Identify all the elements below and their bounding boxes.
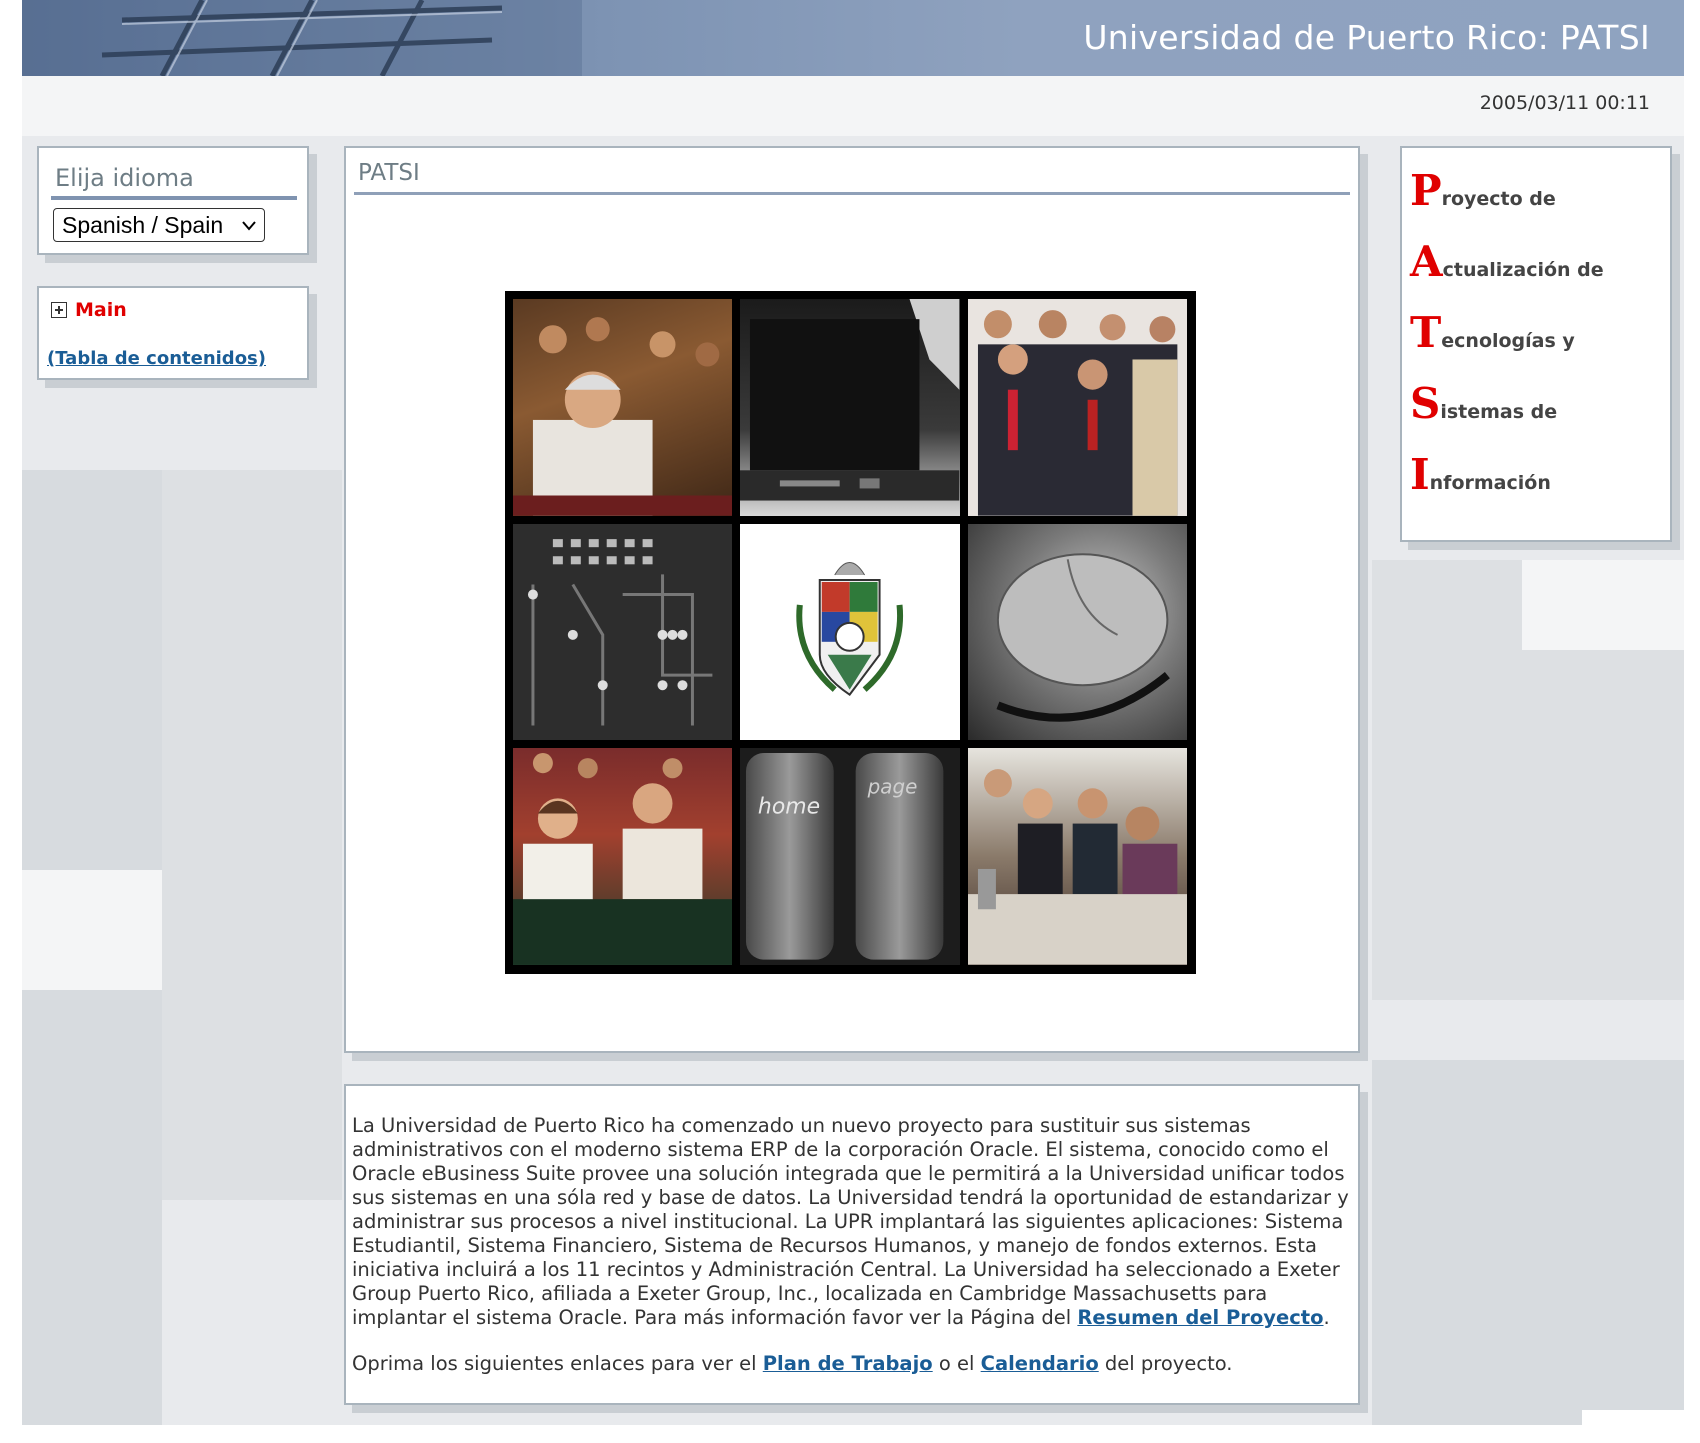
acronym-word: istemas de (1440, 401, 1558, 423)
bg-decoration (1372, 1060, 1684, 1425)
university-crest (740, 523, 960, 741)
nav-item-main-label[interactable]: Main (75, 299, 127, 321)
acronym-letter: P (1410, 166, 1442, 215)
acronym-line: Información (1410, 450, 1551, 499)
date-stamp: 2005/03/11 00:11 (1479, 92, 1650, 114)
circuit-board-photo (513, 523, 733, 741)
photo-collage: home page (505, 291, 1196, 974)
acronym-line: Proyecto de (1410, 166, 1556, 215)
group-portrait-photo (967, 299, 1187, 516)
bg-decoration (22, 990, 162, 1425)
language-panel: Elija idioma Spanish / Spain (37, 146, 309, 255)
bg-decoration (22, 76, 1684, 136)
patsi-panel: PATSI home page (344, 146, 1360, 1053)
nav-item-main[interactable]: Main (51, 299, 127, 321)
laptop-photo (740, 299, 960, 516)
conference-photo (513, 748, 733, 965)
description-text-end: . (1323, 1306, 1330, 1329)
acronym-word: nformación (1429, 472, 1551, 494)
acronym-letter: T (1410, 308, 1442, 357)
acronym-word: ecnologías y (1441, 330, 1575, 352)
acronym-letter: A (1410, 237, 1443, 286)
bg-decoration (22, 470, 162, 870)
work-plan-link[interactable]: Plan de Trabajo (763, 1352, 933, 1375)
language-heading: Elija idioma (55, 164, 194, 192)
links-text-mid: o el (932, 1352, 981, 1375)
acronym-line: Actualización de (1410, 237, 1604, 286)
site-header: Universidad de Puerto Rico: PATSI (22, 0, 1684, 76)
links-text-end: del proyecto. (1098, 1352, 1233, 1375)
links-text: Oprima los siguientes enlaces para ver e… (352, 1352, 763, 1375)
patsi-heading: PATSI (358, 160, 420, 186)
keyboard-keys-photo: home page (740, 748, 960, 965)
description-panel: La Universidad de Puerto Rico ha comenza… (344, 1084, 1360, 1405)
description-text: La Universidad de Puerto Rico ha comenza… (352, 1114, 1349, 1329)
bg-decoration (1522, 560, 1684, 650)
expand-plus-icon[interactable] (51, 302, 67, 318)
computer-mouse-photo (967, 523, 1187, 741)
heading-divider (51, 196, 297, 200)
project-description: La Universidad de Puerto Rico ha comenza… (352, 1114, 1354, 1330)
key-label-home: home (758, 795, 820, 820)
page-frame: Universidad de Puerto Rico: PATSI 2005/0… (22, 0, 1684, 1425)
navigation-panel: Main (Tabla de contenidos) (37, 286, 309, 380)
chevron-down-icon (242, 209, 256, 253)
acronym-line: Tecnologías y (1410, 308, 1575, 357)
language-select-value: Spanish / Spain (62, 212, 224, 238)
links-instruction: Oprima los siguientes enlaces para ver e… (352, 1352, 1233, 1375)
bg-decoration (1582, 1410, 1684, 1425)
acronym-word: ctualización de (1442, 259, 1604, 281)
people-audience-photo (513, 299, 733, 516)
header-grid-graphic (22, 0, 582, 76)
acronym-panel: Proyecto de Actualización de Tecnologías… (1400, 146, 1672, 542)
heading-divider (354, 192, 1350, 195)
bg-decoration (162, 470, 342, 1200)
meeting-table-photo (967, 748, 1187, 965)
site-title: Universidad de Puerto Rico: PATSI (1083, 18, 1650, 57)
acronym-word: royecto de (1441, 188, 1556, 210)
language-select[interactable]: Spanish / Spain (53, 208, 265, 242)
table-of-contents-link[interactable]: (Tabla de contenidos) (47, 348, 266, 369)
calendar-link[interactable]: Calendario (981, 1352, 1099, 1375)
acronym-letter: I (1410, 450, 1430, 499)
acronym-line: Sistemas de (1410, 379, 1557, 428)
project-summary-link[interactable]: Resumen del Proyecto (1077, 1306, 1323, 1329)
bg-decoration (22, 870, 162, 990)
key-label-page: page (867, 775, 918, 799)
acronym-letter: S (1410, 379, 1441, 428)
